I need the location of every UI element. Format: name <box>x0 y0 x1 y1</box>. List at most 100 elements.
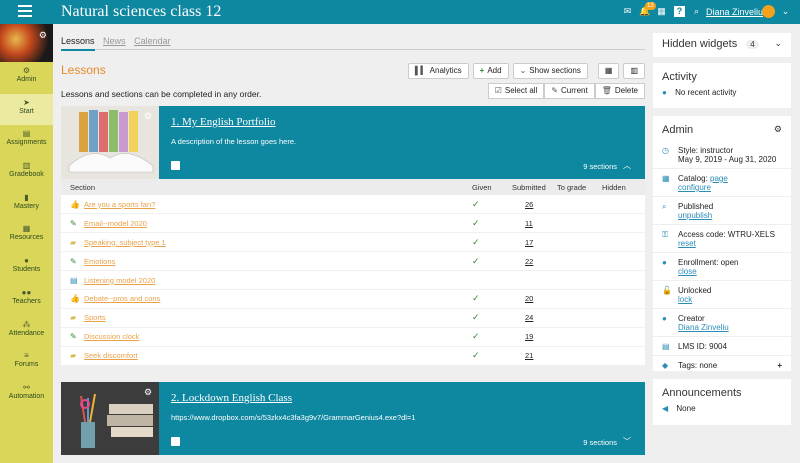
submitted-count[interactable]: 22 <box>525 257 533 266</box>
chevron-up-icon[interactable]: ︿ <box>623 160 631 171</box>
admin-row: ▦ Catalog: page configure <box>653 169 791 197</box>
calendar-icon[interactable]: ▦ <box>656 6 667 17</box>
section-link[interactable]: Discussion clock <box>84 332 139 341</box>
add-button[interactable]: + Add <box>472 63 509 79</box>
section-link[interactable]: Emotions <box>84 257 115 266</box>
sidebar-item-label: Forums <box>14 361 39 369</box>
clock-icon: ◷ <box>662 146 669 155</box>
admin-row: 🔓 Unlocked lock <box>653 281 791 309</box>
sidebar-item-resources[interactable]: ▦ Resources <box>0 220 53 252</box>
admin-link[interactable]: configure <box>678 183 711 192</box>
course-logo[interactable]: ⚙ <box>0 24 53 62</box>
analytics-button[interactable]: ▌▍ Analytics <box>407 63 469 79</box>
tab-calendar[interactable]: Calendar <box>134 30 171 46</box>
hidden-widgets-label: Hidden widgets <box>662 38 738 50</box>
help-icon[interactable]: ? <box>674 6 685 17</box>
show-sections-button[interactable]: ⌄ Show sections <box>512 63 588 79</box>
tag-icon: ◆ <box>662 361 669 370</box>
sidebar-item-label: Students <box>12 266 41 274</box>
current-button[interactable]: ✎ Current <box>544 83 595 99</box>
chevron-down-icon[interactable]: ⌄ <box>780 6 791 17</box>
section-link[interactable]: Are you a sports fan? <box>84 200 155 209</box>
search-icon[interactable]: ⌕ <box>691 6 702 17</box>
sidebar-item-assignments[interactable]: ▤ Assignments <box>0 125 53 157</box>
section-link[interactable]: Listening model 2020 <box>84 276 155 285</box>
submitted-count[interactable]: 26 <box>525 200 533 209</box>
lesson-title[interactable]: 1. My English Portfolio <box>171 116 276 128</box>
sidebar-item-students[interactable]: ● Students <box>0 252 53 284</box>
admin-panel: Admin ⚙ ◷ Style: instructor May 9, 2019 - … <box>653 116 791 375</box>
select-all-button[interactable]: ☑ Select all <box>487 83 545 99</box>
lesson-title[interactable]: 2. Lockdown English Class <box>171 392 292 404</box>
thumbs-up-icon: 👍 <box>70 199 80 209</box>
check-icon: ✓ <box>472 217 480 228</box>
hamburger-menu-icon[interactable] <box>18 5 32 17</box>
catalog-icon: ▦ <box>662 174 670 183</box>
sidebar-item-gradebook[interactable]: ▥ Gradebook <box>0 157 53 189</box>
col-hidden: Hidden <box>593 179 645 195</box>
grid-icon: ▦ <box>22 224 31 234</box>
sidebar-item-label: Resources <box>9 234 44 242</box>
to-grade-cell <box>548 251 593 272</box>
tab-news[interactable]: News <box>103 30 126 46</box>
gear-icon[interactable]: ⚙ <box>39 30 47 41</box>
sidebar-item-start[interactable]: ➤ Start <box>0 93 53 126</box>
section-link[interactable]: Seek discomfort <box>84 351 138 360</box>
chevron-down-icon[interactable]: ⌄ <box>774 38 782 49</box>
lesson-checkbox[interactable] <box>171 437 180 446</box>
grid-view-button[interactable]: ▦ <box>597 63 620 79</box>
section-link[interactable]: Sports <box>84 313 106 322</box>
submitted-count[interactable]: 11 <box>525 219 533 228</box>
sidebar-item-automation[interactable]: ⚯ Automation <box>0 379 53 411</box>
submitted-count[interactable]: 21 <box>525 351 533 360</box>
announcements-title: Announcements <box>662 387 742 399</box>
admin-link[interactable]: lock <box>678 295 692 304</box>
admin-link[interactable]: close <box>678 267 697 276</box>
gear-icon[interactable]: ⚙ <box>774 124 782 135</box>
section-link[interactable]: Email--model 2020 <box>84 219 147 228</box>
to-grade-cell <box>548 346 593 366</box>
list-view-button[interactable]: ▥ <box>623 63 645 79</box>
col-to-grade: To grade <box>548 179 593 195</box>
sidebar-item-admin[interactable]: ⚙ Admin <box>0 62 53 94</box>
admin-link[interactable]: unpublish <box>678 211 712 220</box>
admin-row: ◆ Tags: none + <box>653 356 791 375</box>
hidden-cell <box>593 251 645 272</box>
sidebar-item-label: Mastery <box>14 202 39 210</box>
mail-icon[interactable]: ✉ <box>622 6 633 17</box>
submitted-count[interactable]: 20 <box>525 294 533 303</box>
speech-bubble-icon: ▰ <box>70 313 77 323</box>
table-row: 👍 Debate--pros and cons ✓ 20 <box>61 289 645 309</box>
gear-icon[interactable]: ⚙ <box>144 111 152 122</box>
activity-text: No recent activity <box>675 88 737 97</box>
hidden-cell <box>593 270 645 290</box>
sidebar-item-label: Automation <box>8 392 45 400</box>
chevron-down-icon[interactable]: ﹀ <box>623 436 631 447</box>
sidebar-item-attendance[interactable]: ⁂ Attendance <box>0 316 53 348</box>
submitted-count[interactable]: 24 <box>525 313 533 322</box>
bar-chart-icon: ▌▍ <box>414 66 427 75</box>
thumbs-up-icon: 👍 <box>70 294 80 304</box>
speech-bubble-icon: ▰ <box>70 237 77 247</box>
admin-row: ⚿ Access code: WTRU-XELS reset <box>653 225 791 253</box>
user-name-link[interactable]: Diana Zinveliu <box>706 7 763 17</box>
admin-link[interactable]: Diana Zinveliu <box>678 323 729 332</box>
tab-lessons[interactable]: Lessons <box>61 30 95 51</box>
section-link[interactable]: Debate--pros and cons <box>84 294 160 303</box>
sidebar-item-teachers[interactable]: ●● Teachers <box>0 284 53 316</box>
gear-icon[interactable]: ⚙ <box>144 387 152 398</box>
admin-row: ⌕ Published unpublish <box>653 197 791 225</box>
plus-icon[interactable]: + <box>777 361 782 370</box>
check-icon: ✓ <box>472 312 480 323</box>
admin-link[interactable]: reset <box>678 239 696 248</box>
lesson-checkbox[interactable] <box>171 161 180 170</box>
section-link[interactable]: Speaking, subject type 1 <box>84 238 166 247</box>
submitted-count[interactable]: 19 <box>525 332 533 341</box>
hidden-widgets-panel[interactable]: Hidden widgets 4 ⌄ <box>653 33 791 57</box>
delete-button[interactable]: 🗑 Delete <box>594 83 645 99</box>
submitted-count[interactable]: 17 <box>525 238 533 247</box>
sidebar-item-forums[interactable]: ≡ Forums <box>0 347 53 379</box>
sidebar-item-mastery[interactable]: ▮ Mastery <box>0 189 53 221</box>
catalog-page-link[interactable]: page <box>710 174 728 183</box>
avatar[interactable] <box>762 5 775 18</box>
